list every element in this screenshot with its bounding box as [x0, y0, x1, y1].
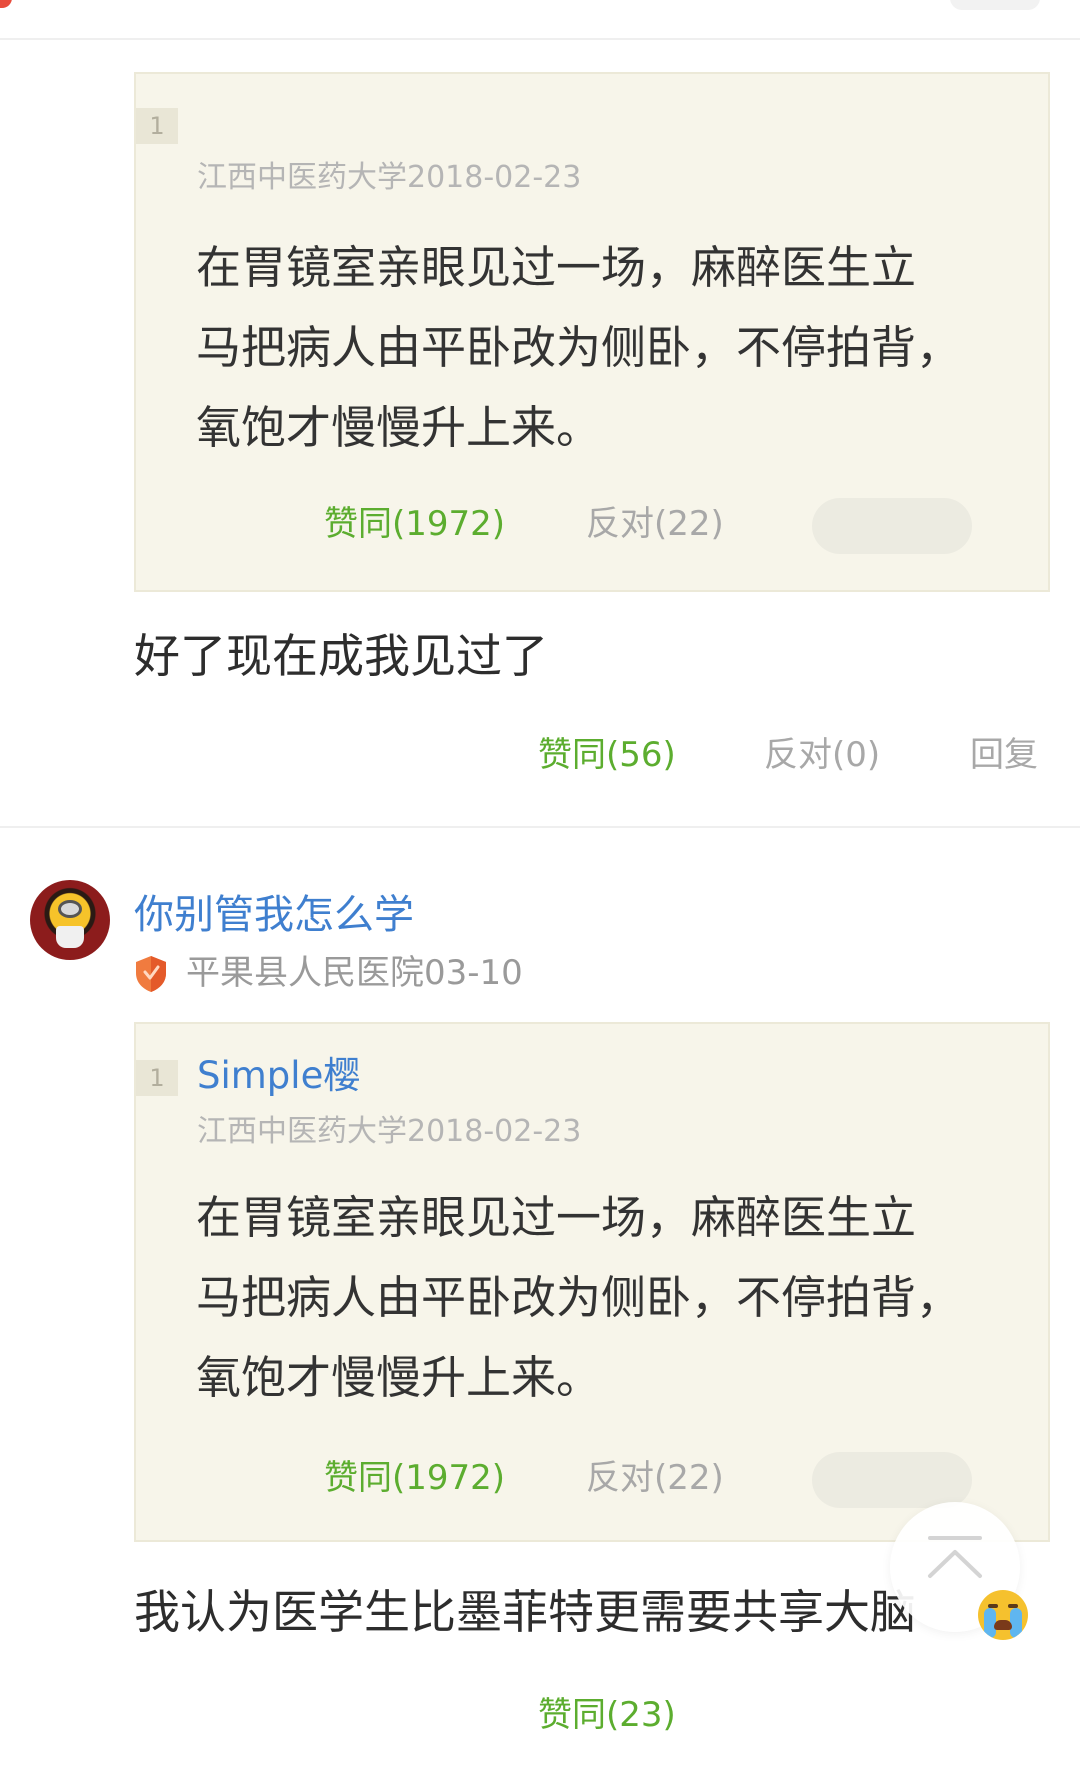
quoted-line: 氧饱才慢慢升上来。: [196, 401, 602, 454]
quoted-actions: 赞同(1972) 反对(22): [136, 494, 1048, 554]
comment-text: 我认为医学生比墨菲特更需要共享大脑: [134, 1585, 916, 1639]
quoted-agree-button[interactable]: 赞同(1972): [324, 494, 505, 554]
oppose-button[interactable]: 反对(0): [764, 730, 880, 780]
quoted-line: 在胃镜室亲眼见过一场，麻醉医生立: [196, 241, 917, 294]
quoted-comment[interactable]: 1 Simple樱 江西中医药大学2018-02-23 在胃镜室亲眼见过一场，麻…: [134, 1022, 1050, 1542]
quoted-line: 马把病人由平卧改为侧卧，不停拍背，: [196, 321, 962, 374]
divider: [0, 38, 1080, 40]
floor-badge: 1: [136, 1060, 178, 1096]
quoted-body: 在胃镜室亲眼见过一场，麻醉医生立 马把病人由平卧改为侧卧，不停拍背， 氧饱才慢慢…: [196, 228, 1036, 468]
quoted-body: 在胃镜室亲眼见过一场，麻醉医生立 马把病人由平卧改为侧卧，不停拍背， 氧饱才慢慢…: [196, 1178, 1036, 1418]
shield-badge-icon: [136, 956, 166, 992]
quoted-actions: 赞同(1972) 反对(22): [136, 1448, 1048, 1508]
reply-text: 好了现在成我见过了: [134, 629, 548, 683]
blurred-button[interactable]: [812, 498, 972, 554]
quoted-line: 氧饱才慢慢升上来。: [196, 1351, 602, 1404]
quoted-line: 在胃镜室亲眼见过一场，麻醉医生立: [196, 1191, 917, 1244]
reply-button[interactable]: 回复: [970, 730, 1038, 780]
avatar-eye: [58, 900, 82, 918]
quoted-meta: 江西中医药大学2018-02-23: [197, 160, 582, 195]
quoted-comment[interactable]: 1 江西中医药大学2018-02-23 在胃镜室亲眼见过一场，麻醉医生立 马把病…: [134, 72, 1050, 592]
follow-button-fragment[interactable]: [950, 0, 1040, 10]
avatar-body: [56, 926, 84, 948]
user-meta: 平果县人民医院03-10: [186, 953, 523, 993]
previous-comment-header: [0, 0, 1080, 38]
quoted-oppose-button[interactable]: 反对(22): [586, 1448, 724, 1508]
quoted-meta: 江西中医药大学2018-02-23: [197, 1114, 582, 1149]
floor-badge: 1: [136, 108, 178, 144]
agree-button[interactable]: 赞同(23): [538, 1690, 676, 1740]
quoted-username[interactable]: Simple樱: [197, 1052, 360, 1100]
agree-button[interactable]: 赞同(56): [538, 730, 676, 780]
avatar-fragment: [0, 0, 12, 8]
quoted-line: 马把病人由平卧改为侧卧，不停拍背，: [196, 1271, 962, 1324]
divider: [0, 826, 1080, 828]
avatar[interactable]: [30, 880, 110, 960]
quoted-agree-button[interactable]: 赞同(1972): [324, 1448, 505, 1508]
comment-page: 1 江西中医药大学2018-02-23 在胃镜室亲眼见过一场，麻醉医生立 马把病…: [0, 0, 1080, 1772]
quoted-oppose-button[interactable]: 反对(22): [586, 494, 724, 554]
crying-face-emoji: [978, 1590, 1028, 1640]
blurred-button[interactable]: [812, 1452, 972, 1508]
username[interactable]: 你别管我怎么学: [134, 888, 414, 942]
